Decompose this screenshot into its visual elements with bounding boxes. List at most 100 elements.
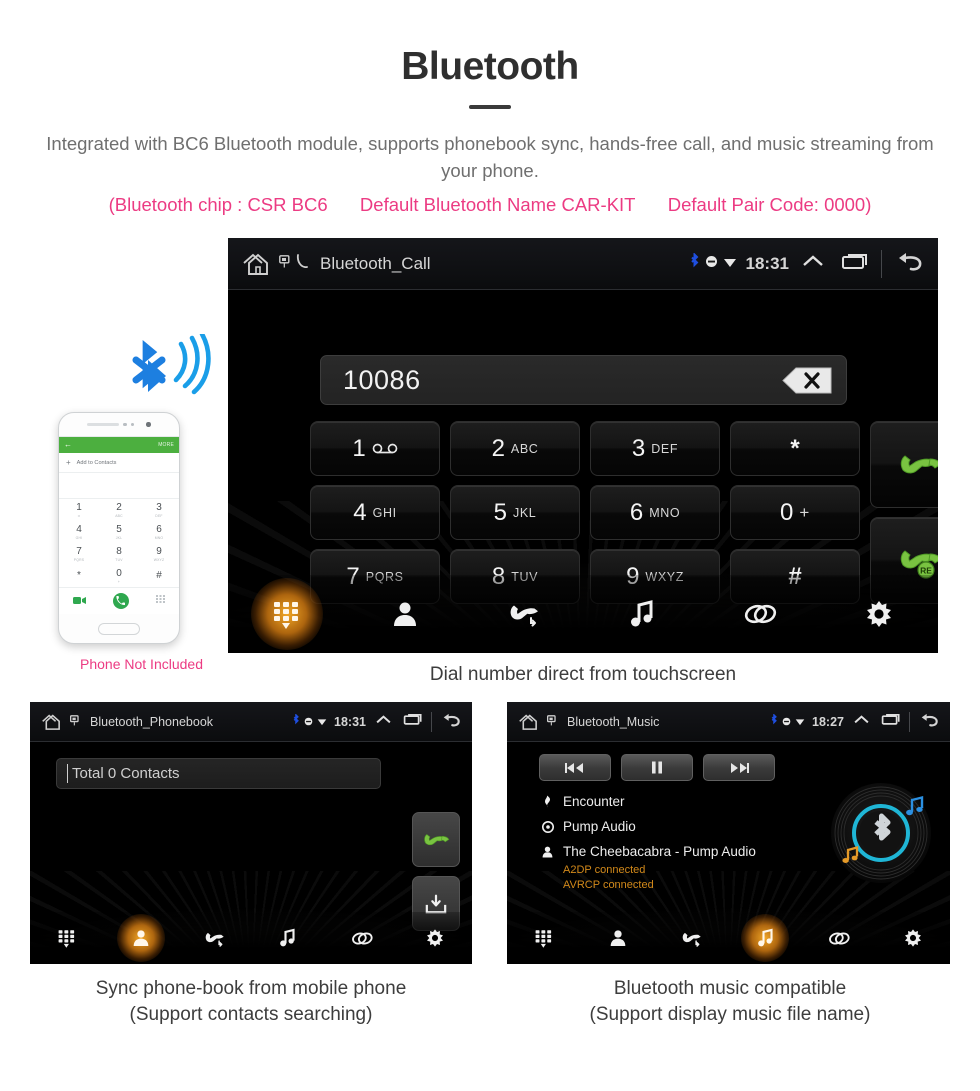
key-3[interactable]: 3 DEF xyxy=(590,421,720,476)
key-5[interactable]: 5 JKL xyxy=(450,485,580,540)
music-stage: Encounter Pump Audio The Cheebacabra - P… xyxy=(507,742,950,964)
key-digit: 2 xyxy=(491,434,505,462)
nav-pair-link[interactable] xyxy=(325,930,399,947)
key-digit: * xyxy=(790,434,800,462)
key-2[interactable]: 2 ABC xyxy=(450,421,580,476)
nav-settings[interactable] xyxy=(820,599,938,629)
nav-music[interactable] xyxy=(728,928,802,948)
backspace-icon[interactable] xyxy=(780,365,834,395)
key-6[interactable]: 6 MNO xyxy=(590,485,720,540)
nav-music[interactable] xyxy=(583,599,701,629)
phonebook-screen-title: Bluetooth_Phonebook xyxy=(90,714,214,729)
spec-chip: (Bluetooth chip : CSR BC6 xyxy=(108,193,328,215)
phonebook-status-time: 18:31 xyxy=(334,714,366,729)
back-icon[interactable] xyxy=(918,711,941,733)
phone-key-digit: 7 xyxy=(76,545,82,557)
spec-device-name: Default Bluetooth Name CAR-KIT xyxy=(359,193,636,215)
phone-key: 4 GHI xyxy=(59,521,99,543)
call-status-right: 18:31 xyxy=(689,249,926,278)
wifi-icon xyxy=(317,713,327,731)
music-status-right: 18:27 xyxy=(770,711,941,733)
home-icon[interactable] xyxy=(240,250,274,278)
avrcp-status: AVRCP connected xyxy=(563,878,654,891)
nav-contacts[interactable] xyxy=(104,928,178,948)
call-nav-bar xyxy=(228,575,938,653)
page-header: Bluetooth Integrated with BC6 Bluetooth … xyxy=(0,0,980,216)
chevron-up-icon[interactable] xyxy=(853,713,870,731)
phonebook-status-bar: Bluetooth_Phonebook 18:31 xyxy=(30,702,472,742)
phone-key: 6 MNO xyxy=(139,521,179,543)
nav-contacts[interactable] xyxy=(346,599,464,629)
previous-button[interactable] xyxy=(539,754,611,781)
sim-card-icon xyxy=(547,713,556,731)
phone-key-letters: WXYZ xyxy=(153,557,165,562)
album-name: Pump Audio xyxy=(563,819,636,834)
phone-front-camera xyxy=(146,422,151,427)
phone-key-digit: # xyxy=(156,569,162,581)
chevron-up-icon[interactable] xyxy=(375,713,392,731)
pause-button[interactable] xyxy=(621,754,693,781)
back-icon[interactable] xyxy=(440,711,463,733)
dial-number-field[interactable]: 10086 xyxy=(320,355,847,405)
key-0[interactable]: 0 + xyxy=(730,485,860,540)
nav-music[interactable] xyxy=(251,928,325,948)
back-icon[interactable] xyxy=(894,249,926,278)
nav-keypad[interactable] xyxy=(30,927,104,949)
call-status-bar: Bluetooth_Call 18:31 xyxy=(228,238,938,290)
home-icon[interactable] xyxy=(516,712,542,732)
recents-icon[interactable] xyxy=(403,712,423,731)
bluetooth-icon xyxy=(770,712,778,731)
bluetooth-icon xyxy=(292,712,300,731)
nav-settings[interactable] xyxy=(398,928,472,948)
recents-icon[interactable] xyxy=(841,251,869,276)
phone-key: 2 ABC xyxy=(99,499,139,521)
nav-call-history[interactable] xyxy=(465,598,583,630)
phone-handset-icon xyxy=(295,253,309,274)
sim-card-icon xyxy=(279,254,290,273)
home-icon[interactable] xyxy=(39,712,65,732)
phone-action-row xyxy=(59,587,179,613)
sim-card-icon xyxy=(70,713,79,731)
person-icon xyxy=(541,846,554,858)
nav-call-history[interactable] xyxy=(177,928,251,949)
key-4[interactable]: 4 GHI xyxy=(310,485,440,540)
call-button[interactable] xyxy=(412,812,460,867)
nav-pair-link[interactable] xyxy=(701,601,819,627)
key-star[interactable]: * xyxy=(730,421,860,476)
music-connection-status: A2DP connected AVRCP connected xyxy=(541,863,791,893)
music-status-bar: Bluetooth_Music 18:27 xyxy=(507,702,950,742)
phone-app-bar: ← MORE xyxy=(59,437,179,453)
nav-pair-link[interactable] xyxy=(802,930,876,947)
svg-text:RE: RE xyxy=(920,565,932,575)
next-button[interactable] xyxy=(703,754,775,781)
contacts-search-input[interactable]: Total 0 Contacts xyxy=(56,758,381,789)
vinyl-bluetooth-icon xyxy=(826,778,936,893)
chevron-up-icon[interactable] xyxy=(801,252,825,275)
nav-settings[interactable] xyxy=(876,928,950,948)
recents-icon[interactable] xyxy=(881,712,901,731)
phone-key-letters: DEF xyxy=(155,513,163,518)
phone-video-icon xyxy=(72,592,86,610)
dial-number-value: 10086 xyxy=(343,364,421,395)
call-button[interactable] xyxy=(870,421,938,508)
phone-key: 7 PQRS xyxy=(59,543,99,565)
phone-key: 3 DEF xyxy=(139,499,179,521)
nav-keypad[interactable] xyxy=(507,927,581,949)
key-1[interactable]: 1 xyxy=(310,421,440,476)
key-digit: 5 xyxy=(493,498,507,526)
track-title-row: Encounter xyxy=(541,794,791,809)
phone-not-included-note: Phone Not Included xyxy=(80,656,203,672)
nav-contacts[interactable] xyxy=(581,928,655,948)
nav-keypad[interactable] xyxy=(228,597,346,631)
phone-key: * xyxy=(59,565,99,587)
bluetooth-icon xyxy=(689,251,700,275)
phone-key-letters: PQRS xyxy=(73,557,85,562)
bluetooth-signal-icon xyxy=(126,331,212,409)
key-digit: 3 xyxy=(631,434,646,462)
nav-call-history[interactable] xyxy=(655,928,729,949)
key-letters: GHI xyxy=(372,505,397,520)
music-screen-title: Bluetooth_Music xyxy=(567,714,660,729)
key-letters: + xyxy=(799,502,810,522)
phone-back-icon: ← xyxy=(64,440,72,449)
phone-key-digit: 5 xyxy=(116,523,122,535)
